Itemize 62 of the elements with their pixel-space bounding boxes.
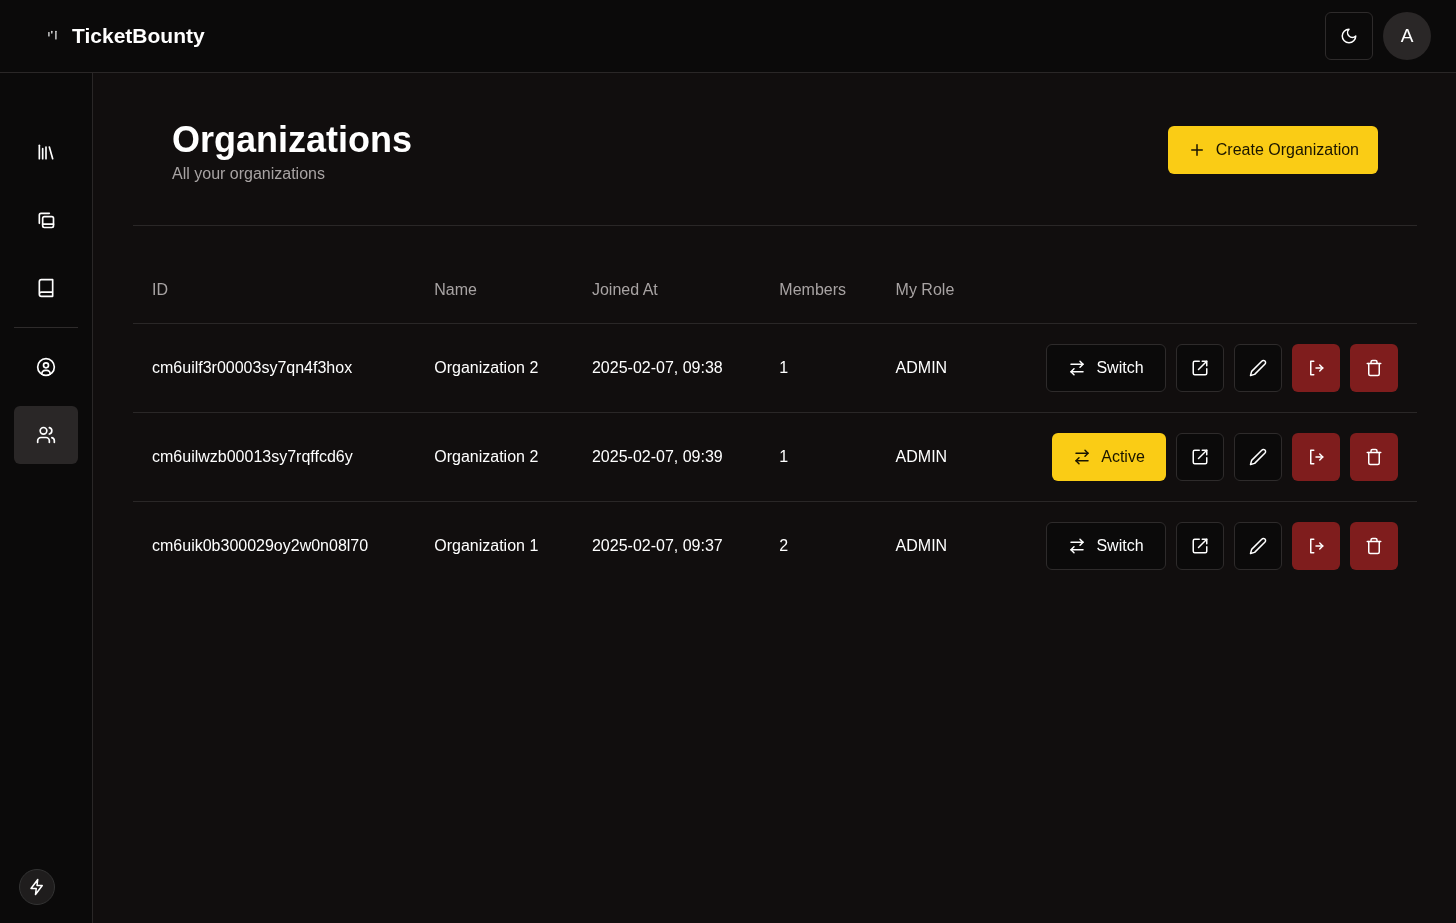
table-cell: Organization 2 [415, 323, 573, 413]
create-organization-button[interactable]: Create Organization [1167, 126, 1378, 174]
delete-button[interactable] [1350, 522, 1398, 570]
table-cell: cm6uilwzb00013sy7rqffcd6y [133, 412, 416, 502]
open-link-button[interactable] [1176, 344, 1224, 392]
switch-button[interactable]: Switch [1046, 344, 1166, 392]
table-cell: cm6uilf3r00003sy7qn4f3hox [133, 323, 416, 413]
users-icon [36, 425, 56, 445]
table-cell: Organization 1 [415, 501, 573, 590]
user-circle-icon [36, 357, 56, 377]
swap-arrows-icon [1073, 448, 1092, 466]
lightning-icon [28, 878, 46, 896]
table-cell: 1 [760, 412, 877, 502]
user-avatar[interactable]: A [1383, 12, 1431, 60]
swap-arrows-icon [1068, 537, 1087, 555]
leave-button[interactable] [1292, 433, 1340, 481]
table-cell: 2025-02-07, 09:37 [572, 501, 761, 590]
trash-icon [1365, 359, 1383, 377]
leave-button[interactable] [1292, 344, 1340, 392]
table-cell: 2025-02-07, 09:38 [572, 323, 761, 413]
edit-button[interactable] [1234, 433, 1282, 481]
table-cell: ADMIN [876, 412, 984, 502]
column-header: My Role [876, 256, 984, 324]
table-cell: 2 [760, 501, 877, 590]
pencil-icon [1249, 537, 1267, 555]
open-link-button[interactable] [1176, 433, 1224, 481]
books-icon [36, 142, 56, 162]
column-header: Members [760, 256, 877, 324]
table-cell: ADMIN [876, 501, 984, 590]
app-name[interactable]: TicketBounty [72, 24, 205, 48]
external-link-icon [1191, 448, 1209, 466]
switch-button[interactable]: Switch [1046, 522, 1166, 570]
delete-button[interactable] [1350, 344, 1398, 392]
book-icon [36, 278, 56, 298]
copy-icon [36, 210, 56, 230]
leave-button[interactable] [1292, 522, 1340, 570]
open-link-button[interactable] [1176, 522, 1224, 570]
table-cell: 2025-02-07, 09:39 [572, 412, 761, 502]
bolt-button[interactable] [19, 869, 55, 905]
table-cell: Organization 2 [415, 412, 573, 502]
page-title: Organizations [172, 119, 413, 161]
swap-arrows-icon [1068, 359, 1087, 377]
column-header: ID [133, 256, 416, 324]
page-subtitle: All your organizations [172, 165, 326, 183]
table-cell: cm6uik0b300029oy2w0n08l70 [133, 501, 416, 590]
table-cell: 1 [760, 323, 877, 413]
column-header: Name [415, 256, 573, 324]
edit-button[interactable] [1234, 344, 1282, 392]
trash-icon [1365, 448, 1383, 466]
sidebar-item[interactable] [14, 406, 78, 464]
edit-button[interactable] [1234, 522, 1282, 570]
pencil-icon [1249, 359, 1267, 377]
switch-button[interactable]: Active [1052, 433, 1166, 481]
pencil-icon [1249, 448, 1267, 466]
moon-icon [1340, 27, 1358, 45]
external-link-icon [1191, 537, 1209, 555]
delete-button[interactable] [1350, 433, 1398, 481]
table-cell: ADMIN [876, 323, 984, 413]
column-header: Joined At [572, 256, 761, 324]
external-link-icon [1191, 359, 1209, 377]
theme-toggle-button[interactable] [1325, 12, 1373, 60]
trash-icon [1365, 537, 1383, 555]
